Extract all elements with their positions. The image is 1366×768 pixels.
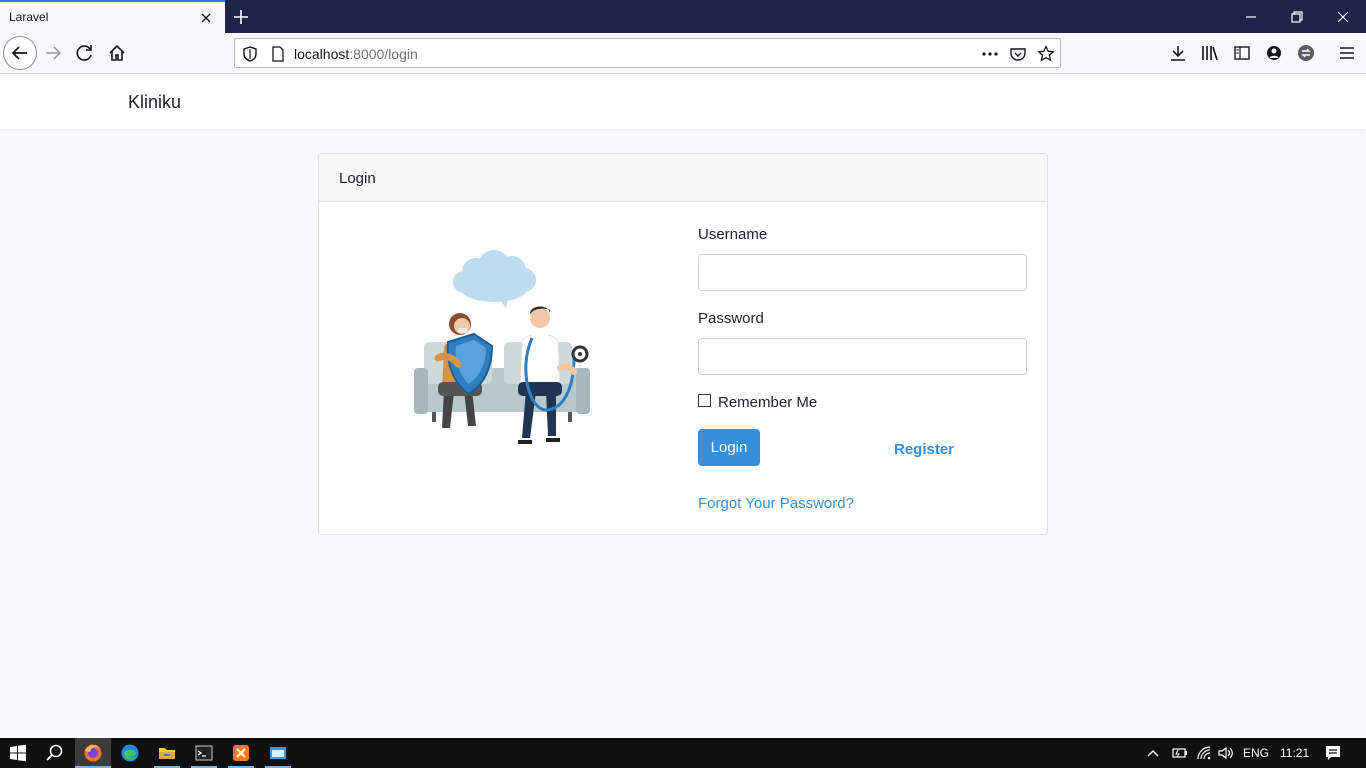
login-button[interactable]: Login: [698, 429, 760, 466]
home-icon[interactable]: [107, 43, 127, 63]
account-icon[interactable]: [1265, 44, 1283, 62]
back-icon: [11, 46, 27, 60]
browser-tab-bar: Laravel: [0, 0, 1366, 33]
login-card: Login Username Password Remember Me Logi…: [318, 153, 1048, 535]
minimize-icon[interactable]: [1240, 6, 1262, 28]
more-icon[interactable]: [981, 45, 999, 63]
window-close-icon[interactable]: [1332, 6, 1354, 28]
card-header: Login: [319, 154, 1047, 202]
battery-icon[interactable]: [1169, 743, 1189, 763]
forgot-password-link[interactable]: Forgot Your Password?: [698, 495, 854, 512]
library-icon[interactable]: [1201, 44, 1219, 62]
tab-title: Laravel: [9, 10, 49, 24]
username-label: Username: [698, 226, 768, 243]
url-text: localhost:8000/login: [294, 46, 418, 62]
notification-icon[interactable]: [1323, 743, 1343, 763]
edge-icon[interactable]: [120, 743, 140, 763]
close-icon[interactable]: [198, 10, 214, 26]
browser-nav-bar: localhost:8000/login: [0, 33, 1366, 74]
pocket-icon[interactable]: [1009, 45, 1027, 63]
windows-taskbar: ENG 11:21: [0, 738, 1366, 768]
app-window-icon[interactable]: [268, 743, 288, 763]
remember-checkbox[interactable]: [698, 394, 711, 407]
chevron-up-icon[interactable]: [1145, 743, 1161, 763]
language-indicator[interactable]: ENG: [1243, 746, 1269, 760]
wifi-icon[interactable]: [1194, 743, 1214, 763]
sync-icon[interactable]: [1297, 44, 1315, 62]
firefox-icon: [84, 744, 102, 762]
file-explorer-icon[interactable]: [157, 743, 177, 763]
password-label: Password: [698, 310, 764, 327]
browser-tab[interactable]: Laravel: [0, 0, 225, 33]
windows-start-icon[interactable]: [8, 743, 28, 763]
download-icon[interactable]: [1169, 44, 1187, 62]
brand-link[interactable]: Kliniku: [128, 92, 181, 113]
sidebar-icon[interactable]: [1233, 44, 1251, 62]
card-title: Login: [339, 170, 376, 187]
clinic-illustration: [414, 250, 590, 444]
register-link[interactable]: Register: [894, 441, 954, 458]
plus-icon[interactable]: [230, 6, 252, 28]
username-input[interactable]: [698, 254, 1027, 291]
page-icon[interactable]: [269, 45, 287, 63]
password-input[interactable]: [698, 338, 1027, 375]
clock[interactable]: 11:21: [1280, 746, 1309, 760]
terminal-icon[interactable]: [194, 743, 214, 763]
firefox-taskbar-button[interactable]: [75, 738, 111, 768]
menu-icon[interactable]: [1338, 44, 1356, 62]
remember-label[interactable]: Remember Me: [718, 394, 817, 411]
xampp-icon[interactable]: [231, 743, 251, 763]
back-button[interactable]: [3, 36, 37, 70]
volume-icon[interactable]: [1216, 743, 1236, 763]
reload-icon[interactable]: [75, 43, 95, 63]
shield-icon[interactable]: [241, 45, 259, 63]
page: Kliniku Login Username Password Remember…: [0, 74, 1366, 738]
restore-icon[interactable]: [1286, 6, 1308, 28]
forward-icon[interactable]: [43, 43, 63, 63]
star-icon[interactable]: [1037, 45, 1055, 63]
app-navbar: Kliniku: [0, 74, 1366, 129]
url-bar[interactable]: localhost:8000/login: [234, 38, 1061, 68]
search-icon[interactable]: [45, 743, 65, 763]
